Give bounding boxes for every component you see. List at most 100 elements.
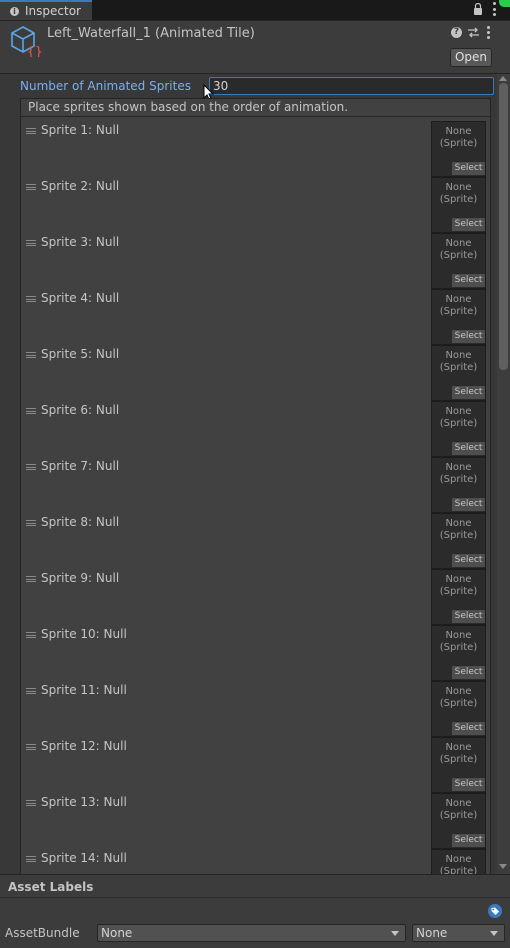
sprite-label: Sprite 6: Null — [41, 403, 120, 417]
object-field-none: None — [445, 294, 472, 305]
sprite-label: Sprite 5: Null — [41, 347, 120, 361]
sprite-row: Sprite 9: Null None (Sprite) Select — [21, 565, 490, 625]
sprite-object-field[interactable]: None(Sprite)Select — [431, 513, 486, 569]
object-field-none: None — [445, 462, 472, 473]
sprite-label: Sprite 7: Null — [41, 459, 120, 473]
object-field-type: (Sprite) — [439, 698, 478, 709]
object-field-type: (Sprite) — [439, 810, 478, 821]
svg-text:{}: {} — [27, 45, 42, 57]
drag-handle-icon[interactable] — [26, 128, 36, 134]
drag-handle-icon[interactable] — [26, 576, 36, 582]
object-field-type: (Sprite) — [439, 642, 478, 653]
object-field-none: None — [445, 798, 472, 809]
sprite-label: Sprite 14: Null — [41, 851, 127, 865]
sprite-object-field[interactable]: None(Sprite)Select — [431, 345, 486, 401]
asset-label-tag-icon[interactable] — [488, 904, 502, 918]
chevron-down-icon — [490, 931, 498, 936]
drag-handle-icon[interactable] — [26, 800, 36, 806]
drag-handle-icon[interactable] — [26, 296, 36, 302]
object-field-none: None — [445, 126, 472, 137]
object-field-value: None (Sprite) — [432, 238, 485, 262]
divider — [0, 897, 510, 898]
sprite-object-field[interactable]: None(Sprite)Select — [431, 849, 486, 874]
object-field-type: (Sprite) — [439, 306, 478, 317]
sprite-object-field[interactable]: None(Sprite)Select — [431, 457, 486, 513]
asset-labels-panel: Asset Labels AssetBundle None None — [0, 874, 510, 948]
assetbundle-variant-dropdown[interactable]: None — [412, 924, 505, 942]
sprite-object-field[interactable]: None(Sprite)Select — [431, 177, 486, 233]
drag-handle-icon[interactable] — [26, 464, 36, 470]
sprite-object-field[interactable]: None(Sprite)Select — [431, 681, 486, 737]
sprite-row: Sprite 3: Null None (Sprite) Select — [21, 229, 490, 289]
vertical-scrollbar[interactable] — [497, 74, 510, 874]
tab-inspector[interactable]: i Inspector — [0, 0, 92, 20]
object-field-value: None (Sprite) — [432, 182, 485, 206]
drag-handle-icon[interactable] — [26, 744, 36, 750]
sprite-object-field[interactable]: None(Sprite)Select — [431, 121, 486, 177]
help-icon[interactable]: ? — [451, 27, 462, 38]
object-field-value: None (Sprite) — [432, 518, 485, 542]
sprite-list-header: Place sprites shown based on the order o… — [20, 98, 491, 116]
object-field-value: None (Sprite) — [432, 574, 485, 598]
scroll-up-arrow-icon[interactable] — [499, 76, 507, 81]
sprite-row: Sprite 1: Null None (Sprite) Select — [21, 117, 490, 177]
sprite-label: Sprite 9: Null — [41, 571, 120, 585]
object-field-type: (Sprite) — [439, 138, 478, 149]
sprite-object-field[interactable]: None(Sprite)Select — [431, 401, 486, 457]
drag-handle-icon[interactable] — [26, 632, 36, 638]
tab-menu-icon[interactable] — [492, 2, 496, 16]
object-field-value: None (Sprite) — [432, 686, 485, 710]
animated-sprites-count-input[interactable]: 30 — [209, 77, 494, 95]
drag-handle-icon[interactable] — [26, 688, 36, 694]
object-field-none: None — [445, 574, 472, 585]
assetbundle-variant-value: None — [416, 926, 448, 940]
object-field-type: (Sprite) — [439, 866, 478, 874]
sprite-label: Sprite 13: Null — [41, 795, 127, 809]
scroll-down-arrow-icon[interactable] — [499, 864, 507, 869]
sprite-object-field[interactable]: None(Sprite)Select — [431, 625, 486, 681]
drag-handle-icon[interactable] — [26, 408, 36, 414]
object-field-none: None — [445, 518, 472, 529]
asset-title: Left_Waterfall_1 (Animated Tile) — [47, 26, 255, 41]
object-field-value: None (Sprite) — [432, 126, 485, 150]
object-field-value: None (Sprite) — [432, 406, 485, 430]
sprite-label: Sprite 1: Null — [41, 123, 120, 137]
drag-handle-icon[interactable] — [26, 352, 36, 358]
object-field-type: (Sprite) — [439, 362, 478, 373]
object-field-type: (Sprite) — [439, 250, 478, 261]
object-field-none: None — [445, 630, 472, 641]
sprite-object-field[interactable]: None(Sprite)Select — [431, 737, 486, 793]
asset-labels-title: Asset Labels — [8, 880, 94, 894]
drag-handle-icon[interactable] — [26, 184, 36, 190]
sprite-object-field[interactable]: None(Sprite)Select — [431, 233, 486, 289]
sprite-row: Sprite 8: Null None (Sprite) Select — [21, 509, 490, 569]
sprite-label: Sprite 3: Null — [41, 235, 120, 249]
tab-bar: i Inspector — [0, 0, 510, 21]
object-field-value: None (Sprite) — [432, 294, 485, 318]
object-field-type: (Sprite) — [439, 530, 478, 541]
context-menu-icon[interactable] — [486, 26, 490, 39]
open-button[interactable]: Open — [450, 48, 492, 67]
object-field-type: (Sprite) — [439, 474, 478, 485]
sprite-label: Sprite 10: Null — [41, 627, 127, 641]
sprite-row: Sprite 6: Null None (Sprite) Select — [21, 397, 490, 457]
sprite-object-field[interactable]: None(Sprite)Select — [431, 793, 486, 849]
tab-label: Inspector — [25, 4, 81, 18]
object-field-value: None (Sprite) — [432, 462, 485, 486]
drag-handle-icon[interactable] — [26, 240, 36, 246]
object-field-none: None — [445, 182, 472, 193]
drag-handle-icon[interactable] — [26, 856, 36, 862]
object-field-value: None (Sprite) — [432, 798, 485, 822]
assetbundle-dropdown[interactable]: None — [97, 924, 406, 942]
sprite-object-field[interactable]: None(Sprite)Select — [431, 289, 486, 345]
object-field-type: (Sprite) — [439, 754, 478, 765]
presets-icon[interactable] — [467, 26, 480, 39]
object-field-type: (Sprite) — [439, 194, 478, 205]
sprite-object-field[interactable]: None(Sprite)Select — [431, 569, 486, 625]
object-field-value: None (Sprite) — [432, 350, 485, 374]
lock-icon[interactable] — [474, 3, 482, 15]
object-field-value: None (Sprite) — [432, 854, 485, 874]
info-icon: i — [10, 6, 19, 16]
scroll-thumb[interactable] — [499, 83, 508, 370]
drag-handle-icon[interactable] — [26, 520, 36, 526]
